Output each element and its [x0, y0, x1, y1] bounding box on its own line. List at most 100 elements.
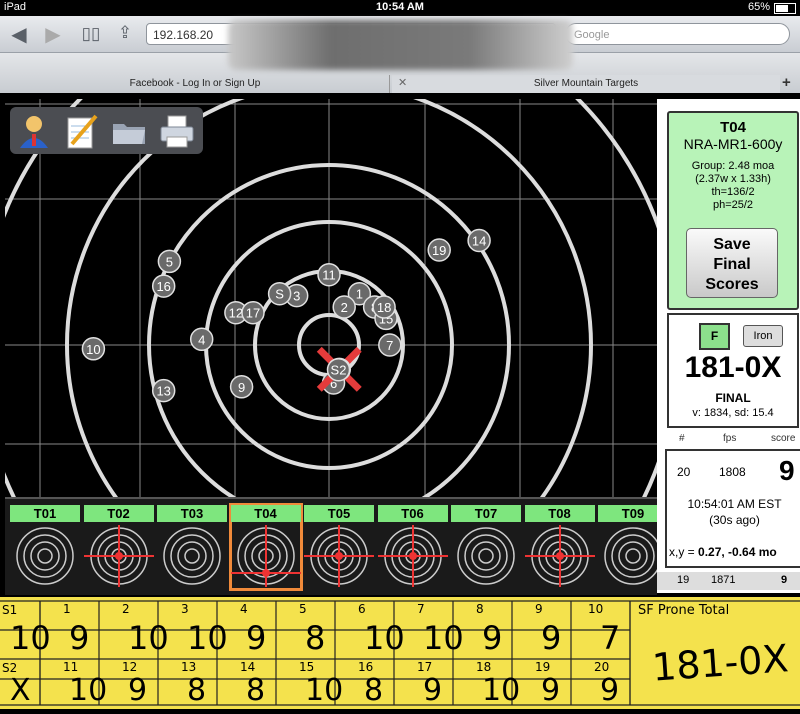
shot-label: 7: [386, 338, 393, 353]
card-shot-number: 5: [299, 602, 307, 616]
user-icon[interactable]: [15, 112, 53, 150]
thumbnail-t05[interactable]: T05: [304, 505, 374, 589]
thumbnail-t07[interactable]: T07: [451, 505, 521, 589]
card-score-value: 10: [69, 673, 108, 708]
shot-label: S: [275, 287, 284, 302]
thumbnail-t03[interactable]: T03: [157, 505, 227, 589]
shot-marker[interactable]: 13: [151, 378, 176, 403]
card-shot-number: 17: [417, 660, 433, 674]
back-icon[interactable]: ◀: [6, 22, 32, 47]
thumbnail-t02[interactable]: T02: [83, 505, 154, 589]
score-box: F Iron 181-0X FINAL v: 1834, sd: 15.4: [667, 313, 799, 428]
status-bar: iPad 10:54 AM 65%: [0, 0, 800, 16]
search-field[interactable]: Google: [565, 23, 790, 45]
card-shot-number: 14: [240, 660, 256, 674]
shot-label: 13: [156, 384, 170, 399]
thumbnail-target: [163, 527, 221, 585]
thumbnail-label: T08: [524, 505, 595, 522]
iron-class-button[interactable]: Iron: [743, 325, 783, 347]
th-value: th=136/2: [711, 186, 755, 198]
notepad-icon[interactable]: [62, 112, 100, 150]
clock: 10:54 AM: [376, 1, 424, 13]
group-dims: (2.37w x 1.33h): [695, 173, 771, 185]
card-shot-number: 9: [535, 602, 543, 616]
shot-label: S2: [331, 363, 347, 378]
card-shot-number: 7: [417, 602, 425, 616]
card-shot-number: 1: [63, 602, 71, 616]
col-header-score: score: [771, 433, 796, 444]
shot-label: 18: [377, 300, 391, 315]
card-score-value: 10: [187, 619, 228, 657]
shot-label: 11: [322, 268, 336, 283]
shot-marker[interactable]: 17: [241, 300, 265, 325]
redacted-overlay: [228, 20, 573, 70]
close-tab-icon[interactable]: ✕: [398, 76, 407, 89]
thumbnail-t08[interactable]: T08: [524, 505, 595, 589]
prev-shot-fps: 1871: [711, 574, 736, 586]
shot-marker[interactable]: S: [267, 281, 292, 306]
ph-value: ph=25/2: [712, 199, 754, 211]
card-shot-number: 11: [63, 660, 79, 674]
thumbnail-t01[interactable]: T01: [10, 505, 80, 589]
new-tab-icon[interactable]: +: [782, 74, 791, 91]
folder-icon[interactable]: [110, 112, 148, 150]
card-shot-number: 19: [535, 660, 551, 674]
target-info-box: T04 NRA-MR1-600y Group: 2.48 moa (2.37w …: [667, 111, 799, 310]
thumbnail-label: T07: [451, 505, 521, 522]
thumbnail-t04[interactable]: T04: [228, 503, 303, 591]
shot-label: 9: [238, 380, 245, 395]
thumbnail-target: [230, 525, 301, 587]
row1-label: S1: [2, 603, 18, 617]
shot-marker[interactable]: 5: [157, 249, 182, 274]
target-view[interactable]: 1234567891011121314151617181920SS2: [5, 99, 657, 497]
shot-label: 5: [166, 254, 173, 269]
thumbnail-target: [16, 527, 74, 585]
shot-row[interactable]: 19 1871 9: [657, 572, 800, 590]
velocity-stats: v: 1834, sd: 15.4: [692, 407, 774, 419]
card-score-value: 9: [541, 619, 562, 657]
xy-label: x,y =: [669, 545, 695, 559]
card-score-value: 10: [305, 673, 344, 708]
total-label: SF Prone Total: [638, 603, 730, 618]
shot-marker[interactable]: 19: [427, 238, 451, 262]
target-face[interactable]: 1234567891011121314151617181920SS2: [5, 99, 657, 497]
shot-marker[interactable]: 9: [229, 375, 254, 399]
shot-marker[interactable]: 10: [81, 337, 106, 361]
f-class-button[interactable]: F: [699, 323, 730, 350]
bookmarks-icon[interactable]: ▯▯: [78, 24, 104, 44]
course-name: NRA-MR1-600y: [683, 136, 783, 152]
card-score-value: 10: [10, 619, 51, 657]
shot-fps: 1808: [719, 465, 746, 479]
card-score-value: 10: [128, 619, 169, 657]
share-icon[interactable]: ⇪: [112, 23, 138, 43]
shot-marker[interactable]: 18: [372, 295, 396, 319]
card-shot-number: 20: [594, 660, 610, 674]
shot-label: 3: [293, 289, 300, 304]
prev-shot-score: 9: [781, 574, 788, 586]
shot-marker[interactable]: 16: [151, 274, 176, 298]
score-card: S1 S2 SF Prone Total 181-0X 1 2 3 4 5 6 7 8 9 10 1…: [0, 597, 800, 709]
card-shot-number: 4: [240, 602, 248, 616]
thumbnail-target: [304, 525, 374, 587]
shot-marker[interactable]: 7: [378, 333, 402, 357]
shot-marker[interactable]: 2: [332, 295, 356, 319]
shot-marker[interactable]: S2: [326, 357, 351, 382]
rings: [5, 99, 657, 497]
shot-marker[interactable]: 11: [317, 262, 341, 287]
printer-icon[interactable]: [158, 112, 196, 150]
card-score-value: 10: [364, 619, 405, 657]
right-panel: T04 NRA-MR1-600y Group: 2.48 moa (2.37w …: [657, 99, 800, 593]
card-score-value: 9: [246, 619, 267, 657]
card-score-value: 8: [364, 673, 384, 708]
card-score-value: 9: [69, 619, 90, 657]
shot-marker[interactable]: 4: [189, 327, 214, 352]
tab-silver-mountain[interactable]: Silver Mountain Targets: [392, 75, 780, 93]
forward-icon[interactable]: ▶: [40, 22, 66, 47]
col-header-fps: fps: [723, 433, 737, 444]
thumbnail-t06[interactable]: T06: [377, 505, 448, 589]
thumbnail-target: [457, 527, 515, 585]
save-final-scores-button[interactable]: Save Final Scores: [686, 228, 778, 298]
shot-marker[interactable]: 14: [467, 228, 491, 253]
thumbnail-label: T04: [230, 505, 301, 522]
tab-facebook[interactable]: Facebook - Log In or Sign Up: [0, 75, 390, 93]
